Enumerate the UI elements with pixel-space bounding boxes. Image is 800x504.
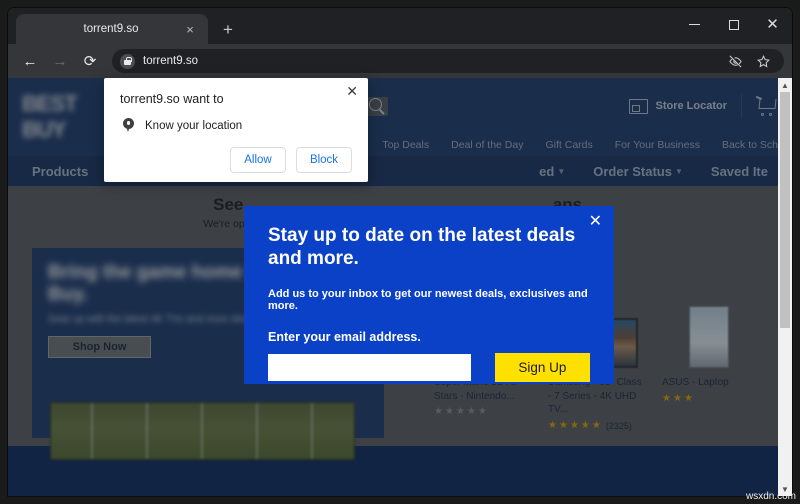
eye-off-icon[interactable] — [722, 49, 748, 73]
main-nav-item-recently-viewed[interactable]: ed ▼ — [539, 164, 565, 179]
utility-nav-item-2[interactable]: Deal of the Day — [451, 139, 523, 151]
address-bar[interactable]: torrent9.so — [112, 49, 784, 73]
window-controls: ✕ — [675, 8, 792, 41]
cart-icon[interactable] — [755, 95, 778, 116]
utility-nav-item-3[interactable]: Gift Cards — [545, 139, 592, 151]
permission-close-icon[interactable]: ✕ — [346, 84, 358, 98]
minimize-icon — [689, 23, 700, 26]
header-right-actions: Store Locator — [629, 94, 778, 118]
product-name: ASUS - Laptop — [662, 377, 729, 388]
location-pin-icon — [123, 118, 134, 133]
browser-tab[interactable]: torrent9.so × — [16, 14, 208, 44]
promo-title-left: See — [213, 194, 244, 214]
permission-row: Know your location — [120, 118, 352, 133]
back-button[interactable]: ← — [16, 47, 44, 75]
main-nav-item-order-status[interactable]: Order Status ▼ — [593, 164, 683, 179]
window-maximize-button[interactable] — [714, 8, 753, 41]
newsletter-heading: Stay up to date on the latest deals and … — [268, 225, 576, 270]
close-icon: ✕ — [766, 16, 779, 33]
main-nav-item-saved-items[interactable]: Saved Ite — [711, 164, 768, 179]
forward-button[interactable]: → — [46, 47, 74, 75]
address-bar-url: torrent9.so — [143, 55, 198, 67]
newsletter-email-input[interactable] — [268, 354, 471, 382]
utility-nav-item-5[interactable]: Back to Sch — [722, 139, 778, 151]
page-scrollbar[interactable]: ▲ ▼ — [778, 78, 792, 496]
football-field-image — [50, 402, 355, 460]
chevron-down-icon: ▼ — [674, 166, 683, 176]
tab-close-icon[interactable]: × — [182, 21, 198, 37]
search-icon — [369, 97, 382, 111]
watermark: wsxdn.com — [745, 491, 796, 502]
newsletter-close-icon[interactable]: ✕ — [589, 214, 602, 230]
main-nav-item-products[interactable]: Products — [32, 164, 88, 179]
lock-icon[interactable] — [120, 53, 135, 69]
permission-description: Know your location — [145, 119, 243, 132]
window-minimize-button[interactable] — [675, 8, 714, 41]
product-review-count: (2325) — [605, 420, 632, 431]
store-icon — [629, 98, 649, 114]
product-rating: ★ ★ ★ ★ ★ — [434, 406, 487, 417]
utility-nav-item-4[interactable]: For Your Business — [615, 139, 700, 151]
tab-title: torrent9.so — [83, 23, 139, 35]
store-locator-label: Store Locator — [655, 100, 727, 112]
product-thumbnail — [662, 296, 756, 368]
product-rating: ★ ★ ★ ★ ★ (2325) — [548, 419, 632, 431]
maximize-icon — [728, 19, 739, 30]
chrome-browser-window: torrent9.so × + ✕ ← → ⟳ torrent9.so BEST… — [8, 8, 792, 496]
scrollbar-thumb[interactable] — [780, 92, 790, 328]
block-button[interactable]: Block — [296, 147, 352, 173]
site-logo[interactable]: BEST BUY — [22, 91, 96, 142]
newsletter-email-label: Enter your email address. — [268, 330, 421, 345]
permission-dialog-title: torrent9.so want to — [120, 92, 224, 106]
new-tab-button[interactable]: + — [214, 15, 242, 43]
desktop-background: torrent9.so × + ✕ ← → ⟳ torrent9.so BEST… — [0, 0, 800, 504]
window-close-button[interactable]: ✕ — [753, 8, 792, 41]
scrollbar-up-arrow[interactable]: ▲ — [778, 78, 792, 92]
main-nav-label-0: ed — [539, 163, 555, 179]
tab-strip: torrent9.so × + ✕ — [8, 8, 792, 44]
shop-now-button[interactable]: Shop Now — [48, 335, 151, 358]
main-nav-label-1: Order Status — [593, 163, 672, 179]
permission-actions: Allow Block — [120, 147, 352, 173]
newsletter-signup-button[interactable]: Sign Up — [494, 353, 590, 383]
product-rating: ★ ★ ★ — [662, 392, 693, 404]
star-icon[interactable] — [750, 49, 776, 73]
newsletter-form: Sign Up — [268, 353, 590, 383]
browser-toolbar: ← → ⟳ torrent9.so — [8, 44, 792, 78]
geolocation-permission-dialog: ✕ torrent9.so want to Know your location… — [104, 78, 368, 182]
store-locator-button[interactable]: Store Locator — [629, 98, 727, 114]
allow-button[interactable]: Allow — [230, 147, 286, 173]
promo-subtitle-left: We're op — [203, 217, 245, 230]
chevron-down-icon: ▼ — [557, 166, 566, 176]
reload-button[interactable]: ⟳ — [76, 47, 104, 75]
utility-nav-item-1[interactable]: Top Deals — [382, 139, 429, 151]
omnibox-icons — [722, 49, 776, 73]
newsletter-modal: ✕ Stay up to date on the latest deals an… — [244, 206, 614, 384]
product-card[interactable]: ASUS - Laptop ★ ★ ★ — [662, 296, 756, 431]
header-divider — [741, 94, 742, 118]
newsletter-body: Add us to your inbox to get our newest d… — [268, 288, 588, 313]
